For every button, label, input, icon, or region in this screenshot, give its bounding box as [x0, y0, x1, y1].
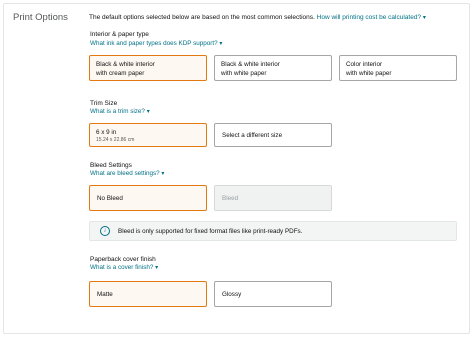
trim-select-different-size[interactable]: Select a different size: [214, 123, 332, 147]
info-icon: i: [100, 226, 110, 236]
interior-option-color-white[interactable]: Color interior with white paper: [339, 55, 457, 81]
cover-help-link[interactable]: What is a cover finish? ▾: [90, 264, 158, 271]
bleed-option-no-bleed[interactable]: No Bleed: [89, 185, 207, 211]
bleed-option-bleed: Bleed: [214, 185, 332, 211]
bleed-info-box: i Bleed is only supported for fixed form…: [89, 221, 457, 241]
intro-text: The default options selected below are b…: [89, 14, 315, 21]
trim-help-link[interactable]: What is a trim size? ▾: [90, 108, 150, 115]
section-title: Print Options: [13, 12, 68, 23]
bleed-label: Bleed Settings: [90, 162, 132, 169]
intro-line: The default options selected below are b…: [89, 14, 426, 21]
chevron-down-icon: ▾: [219, 41, 223, 47]
interior-help-link[interactable]: What ink and paper types does KDP suppor…: [90, 40, 222, 47]
chevron-down-icon: ▾: [146, 109, 150, 115]
chevron-down-icon: ▾: [161, 171, 165, 177]
cover-option-glossy[interactable]: Glossy: [214, 281, 332, 307]
trim-label: Trim Size: [90, 100, 118, 107]
chevron-down-icon: ▾: [155, 265, 159, 271]
interior-option-bw-white[interactable]: Black & white interior with white paper: [214, 55, 332, 81]
cover-label: Paperback cover finish: [90, 256, 156, 263]
bleed-info-text: Bleed is only supported for fixed format…: [118, 227, 303, 235]
trim-option-6x9[interactable]: 6 x 9 in 15.24 x 22.86 cm: [89, 123, 207, 147]
interior-label: Interior & paper type: [90, 31, 149, 38]
interior-option-bw-cream[interactable]: Black & white interior with cream paper: [89, 55, 207, 81]
cover-option-matte[interactable]: Matte: [89, 281, 207, 307]
bleed-help-link[interactable]: What are bleed settings? ▾: [90, 170, 164, 177]
chevron-down-icon: ▾: [422, 15, 426, 21]
printing-cost-link[interactable]: How will printing cost be calculated?: [317, 14, 421, 21]
